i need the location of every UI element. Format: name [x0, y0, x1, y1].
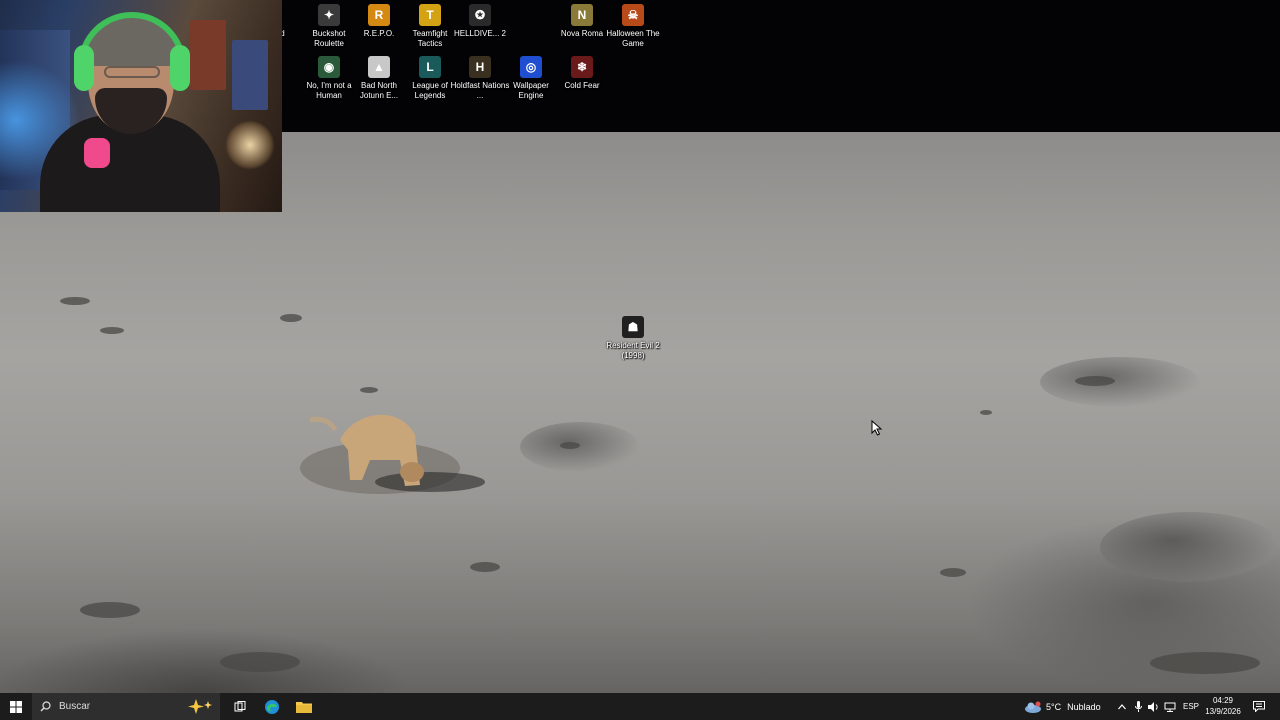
mouse-cursor-icon	[871, 420, 883, 436]
copilot-sparkle-icon	[188, 699, 212, 714]
icon-nova-roma[interactable]: N Nova Roma	[555, 4, 609, 39]
microphone-icon	[1134, 701, 1142, 712]
network-button[interactable]	[1163, 693, 1177, 720]
lunar-surface	[0, 132, 1280, 693]
icon-resident-evil-2[interactable]: ☗ Resident Evil 2 (1998)	[606, 316, 660, 361]
notification-icon	[1253, 701, 1265, 712]
network-icon	[1164, 702, 1176, 712]
icon-cold-fear-image-icon: ❄	[571, 56, 593, 78]
icon-buckshot-roulette-image-icon: ✦	[318, 4, 340, 26]
speaker-icon	[1147, 701, 1158, 712]
icon-bad-north-image-icon: ▲	[368, 56, 390, 78]
headset-right-icon	[170, 45, 190, 91]
search-input[interactable]: Buscar	[32, 693, 220, 720]
search-placeholder: Buscar	[59, 701, 91, 712]
weather-temp: 5°C	[1046, 701, 1062, 712]
icon-cold-fear[interactable]: ❄ Cold Fear	[555, 56, 609, 91]
icon-nova-roma-image-icon: N	[571, 4, 593, 26]
cloud-icon	[1025, 701, 1041, 713]
language-indicator: ESP	[1183, 702, 1200, 711]
microphone	[84, 138, 110, 168]
icon-league-of-legends-image-icon: L	[419, 56, 441, 78]
icon-halloween-the-game-image-icon: ☠	[622, 4, 644, 26]
icon-teamfight-tactics[interactable]: T Teamfight Tactics	[403, 4, 457, 49]
webcam-overlay	[0, 0, 282, 212]
icon-holdfast[interactable]: H Holdfast Nations ...	[451, 56, 509, 101]
desktop-icon-label: Resident Evil 2 (1998)	[606, 341, 660, 360]
edge-icon	[265, 699, 279, 714]
task-view-button[interactable]	[224, 693, 256, 720]
show-hidden-icons-button[interactable]	[1116, 693, 1128, 720]
icon-holdfast-image-icon: H	[469, 56, 491, 78]
icon-no-im-not-a-human[interactable]: ◉ No, I'm not a Human	[302, 56, 356, 101]
notifications-button[interactable]	[1252, 693, 1266, 720]
icon-wallpaper-engine-image-icon: ◎	[520, 56, 542, 78]
microphone-tray-button[interactable]	[1132, 693, 1144, 720]
icon-resident-evil-2-image-icon: ☗	[622, 316, 644, 338]
folder-icon	[296, 702, 312, 713]
weather-widget[interactable]: 5°C Nublado	[1024, 693, 1101, 720]
chevron-up-icon	[1118, 703, 1126, 709]
icon-helldivers-2-image-icon: ✪	[469, 4, 491, 26]
desktop-icon-label: Cold Fear	[564, 81, 600, 90]
headset-left-icon	[74, 45, 94, 91]
desktop-icon-label: HELLDIVE... 2	[453, 29, 507, 38]
icon-teamfight-tactics-image-icon: T	[419, 4, 441, 26]
wall-poster	[232, 40, 268, 110]
icon-repo[interactable]: R R.E.P.O.	[352, 4, 406, 39]
weather-condition: Nublado	[1067, 701, 1101, 712]
icon-helldivers-2[interactable]: ✪ HELLDIVE... 2	[453, 4, 507, 39]
icon-wallpaper-engine[interactable]: ◎ Wallpaper Engine	[504, 56, 558, 101]
edge-button[interactable]	[256, 693, 288, 720]
clock-time: 04:29	[1212, 696, 1234, 705]
icon-bad-north[interactable]: ▲ Bad North Jotunn E...	[352, 56, 406, 101]
taskbar: Buscar 5°C Nublado ESP 04:29 13/9/2026	[0, 693, 1280, 720]
input-language-button[interactable]: ESP	[1183, 693, 1199, 720]
windows-logo-icon	[10, 700, 22, 713]
search-icon	[40, 701, 51, 712]
icon-halloween-the-game[interactable]: ☠ Halloween The Game	[606, 4, 660, 49]
icon-buckshot-roulette[interactable]: ✦ Buckshot Roulette	[302, 4, 356, 49]
task-view-icon	[234, 700, 246, 711]
start-button[interactable]	[0, 693, 32, 720]
clock-date: 13/9/2026	[1205, 707, 1241, 716]
icon-no-im-not-a-human-image-icon: ◉	[318, 56, 340, 78]
icon-repo-image-icon: R	[368, 4, 390, 26]
desk-lamp	[225, 120, 275, 170]
icon-league-of-legends[interactable]: L League of Legends	[403, 56, 457, 101]
volume-button[interactable]	[1147, 693, 1159, 720]
file-explorer-button[interactable]	[288, 693, 320, 720]
desktop-icon-label: Halloween The Game	[606, 29, 660, 48]
clock[interactable]: 04:29 13/9/2026	[1200, 695, 1246, 717]
dog-digging-image	[300, 414, 485, 494]
wall-poster	[190, 20, 226, 90]
